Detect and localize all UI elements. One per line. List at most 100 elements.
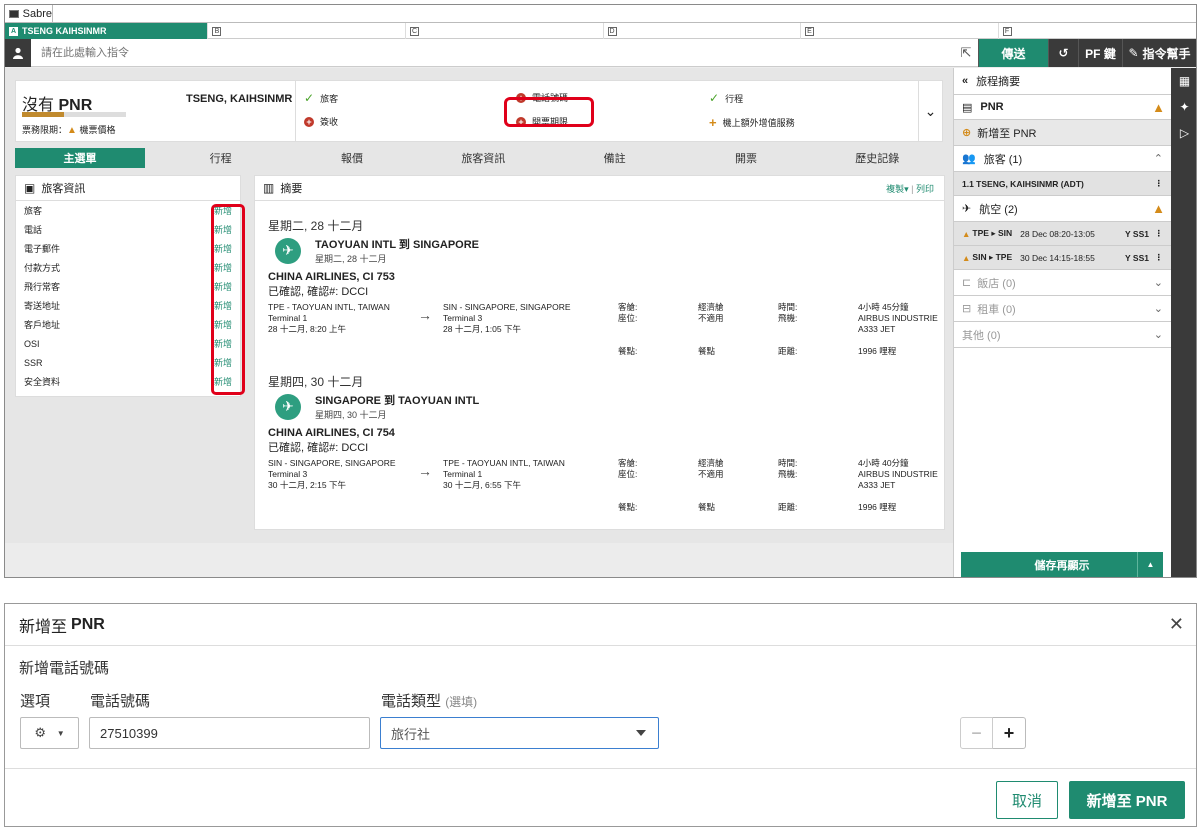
segment-item[interactable]: ▲ TPE ▸ SIN 28 Dec 08:20-13:05 Y SS1 ⋮	[954, 222, 1171, 246]
car-row[interactable]: ⊟ 租車 (0) ⌄	[954, 296, 1171, 322]
cabin-values-line: 經濟艙	[698, 458, 724, 468]
print-link[interactable]: 列印	[916, 184, 934, 194]
duration-labels-line: 飛機:	[778, 469, 798, 479]
hotel-row[interactable]: ⊏ 飯店 (0) ⌄	[954, 270, 1171, 296]
tab-main-menu[interactable]: 主選單	[15, 148, 145, 168]
phone-number-input[interactable]: 27510399	[89, 717, 370, 749]
flight-number: CHINA AIRLINES, CI 754	[268, 427, 395, 439]
traveler-info-row: 安全資料 新增	[16, 372, 240, 391]
traveler-info-row: 客戶地址 新增	[16, 315, 240, 334]
remove-row-button[interactable]: −	[960, 717, 993, 749]
submit-add-to-pnr-button[interactable]: 新增至 PNR	[1069, 781, 1185, 819]
air-row[interactable]: ✈ 航空 (2) ▲	[954, 196, 1171, 222]
duration-values-line: 4小時 40分鐘	[858, 458, 909, 468]
check-travelers[interactable]: ✓ 旅客	[304, 91, 338, 105]
traveler-info-row-label: 電話	[24, 225, 43, 235]
work-area-b[interactable]: B	[208, 23, 406, 39]
traveler-info-title: 旅客資訊	[41, 183, 86, 195]
tab-history[interactable]: 歷史記錄	[812, 148, 943, 168]
more-icon[interactable]: ⋮	[1155, 252, 1164, 263]
save-redisplay-button[interactable]: 儲存再顯示 ▲	[961, 552, 1163, 577]
options-dropdown[interactable]: ⚙ ▼	[20, 717, 79, 749]
window-title: Sabre	[22, 8, 52, 20]
other-row[interactable]: 其他 (0) ⌄	[954, 322, 1171, 348]
route-date: 星期四, 30 十二月	[315, 410, 387, 420]
departure-line: SIN - SINGAPORE, SINGAPORE	[268, 458, 396, 468]
dialog-subtitle: 新增電話號碼	[19, 660, 110, 677]
route-heading: ✈ SINGAPORE 到 TAOYUAN INTL 星期四, 30 十二月	[275, 392, 479, 421]
work-area-d[interactable]: D	[604, 23, 802, 39]
work-area-c[interactable]: C	[406, 23, 604, 39]
send-button[interactable]: 傳送	[978, 39, 1048, 67]
work-area-e[interactable]: E	[801, 23, 999, 39]
route-text: TAOYUAN INTL 到 SINGAPORE 星期二, 28 十二月	[315, 236, 479, 265]
trip-summary-header[interactable]: « 旅程摘要	[954, 68, 1171, 94]
more-icon[interactable]: ⋮	[1155, 178, 1164, 189]
check-ancillaries[interactable]: + 機上額外增值服務	[709, 115, 795, 130]
traveler-info-row-label: 安全資料	[24, 377, 61, 387]
traveler-info-row-label: SSR	[24, 357, 43, 368]
tab-remarks[interactable]: 備註	[549, 148, 680, 168]
chevron-down-icon[interactable]: ⌄	[918, 81, 942, 141]
area-letter: B	[212, 26, 222, 36]
tab-pricing[interactable]: 報價	[286, 148, 417, 168]
tab-itinerary[interactable]: 行程	[155, 148, 286, 168]
summary-header: ▥ 摘要 複製▾ | 列印	[255, 176, 944, 201]
travelers-row[interactable]: 👥 旅客 (1) ⌃	[954, 146, 1171, 172]
user-icon[interactable]	[5, 39, 31, 67]
tab-traveler-info[interactable]: 旅客資訊	[418, 148, 549, 168]
meal-label: 餐點:	[618, 346, 637, 357]
pnr-row[interactable]: ▤ PNR ▲	[954, 94, 1171, 120]
work-area-f[interactable]: F	[999, 23, 1196, 39]
more-icon[interactable]: ⋮	[1155, 228, 1164, 239]
external-link-icon[interactable]: ⇱	[954, 39, 978, 66]
check-received[interactable]: + 簽收	[304, 115, 338, 128]
close-icon[interactable]: ✕	[1169, 614, 1184, 635]
copy-link[interactable]: 複製▾	[886, 184, 909, 194]
work-area-a[interactable]: A TSENG KAIHSINMR	[5, 23, 209, 39]
route-title: TAOYUAN INTL 到 SINGAPORE	[315, 239, 479, 251]
add-to-pnr-row[interactable]: ⊕ 新增至 PNR	[954, 120, 1171, 146]
missing-icon: +	[304, 116, 314, 127]
day-heading: 星期二, 28 十二月	[268, 219, 364, 233]
add-row-button[interactable]: +	[993, 717, 1026, 749]
tab-ticketing[interactable]: 開票	[680, 148, 811, 168]
pin-icon[interactable]: ✦	[1171, 94, 1196, 120]
cancel-button[interactable]: 取消	[996, 781, 1058, 819]
traveler-info-row-label: 付款方式	[24, 263, 61, 273]
check-itinerary[interactable]: ✓ 行程	[709, 91, 743, 105]
phone-type-select[interactable]: 旅行社	[380, 717, 659, 749]
segment-date: 30 Dec 14:15-18:55	[1020, 252, 1095, 263]
summary-title: 摘要	[280, 183, 303, 195]
window-tab[interactable]: Sabre	[5, 5, 53, 23]
traveler-info-row: 付款方式 新增	[16, 258, 240, 277]
segment-item[interactable]: ▲ SIN ▸ TPE 30 Dec 14:15-18:55 Y SS1 ⋮	[954, 246, 1171, 270]
pf-keys-button[interactable]: PF 鍵	[1078, 39, 1122, 67]
chevron-up-icon: ⌃	[1153, 153, 1163, 165]
dialog-title-prefix: 新增至	[19, 618, 68, 636]
command-input[interactable]	[31, 39, 954, 66]
distance-value: 1996 哩程	[858, 346, 896, 357]
history-icon[interactable]: ↺	[1048, 39, 1078, 67]
chevron-down-icon: ⌄	[1153, 277, 1163, 289]
gear-icon: ⚙	[34, 725, 46, 740]
caret-up-icon[interactable]: ▲	[1137, 552, 1163, 577]
ticket-limit-value: 機票價格	[79, 125, 116, 135]
departure: TPE - TAOYUAN INTL, TAIWAN Terminal 1 28 十…	[268, 302, 418, 335]
pnr-progress-bar	[22, 112, 126, 117]
traveler-info-row-label: OSI	[24, 338, 40, 349]
pnr-header: 沒有 PNR TSENG, KAIHSINMR 票務限期：▲ 機票價格	[16, 81, 296, 141]
command-helper-button[interactable]: ✎ 指令幫手	[1122, 39, 1196, 67]
dialog-title: PNR	[71, 615, 105, 633]
departure-line: 28 十二月, 8:20 上午	[268, 324, 346, 334]
title-bar: Sabre	[5, 5, 1196, 23]
distance-value: 1996 哩程	[858, 502, 896, 513]
pnr-status-box: 沒有 PNR TSENG, KAIHSINMR 票務限期：▲ 機票價格 ✓ 旅客 …	[15, 80, 943, 142]
summary-tools: 複製▾ | 列印	[886, 182, 934, 195]
arrival-line: SIN - SINGAPORE, SINGAPORE	[443, 302, 571, 312]
car-icon: ⊟	[962, 303, 972, 315]
traveler-item[interactable]: 1.1 TSENG, KAIHSINMR (ADT) ⋮	[954, 172, 1171, 196]
play-icon[interactable]: ▷	[1171, 120, 1196, 146]
briefcase-icon[interactable]: ▦	[1171, 68, 1196, 94]
segment-date: 28 Dec 08:20-13:05	[1020, 228, 1095, 239]
